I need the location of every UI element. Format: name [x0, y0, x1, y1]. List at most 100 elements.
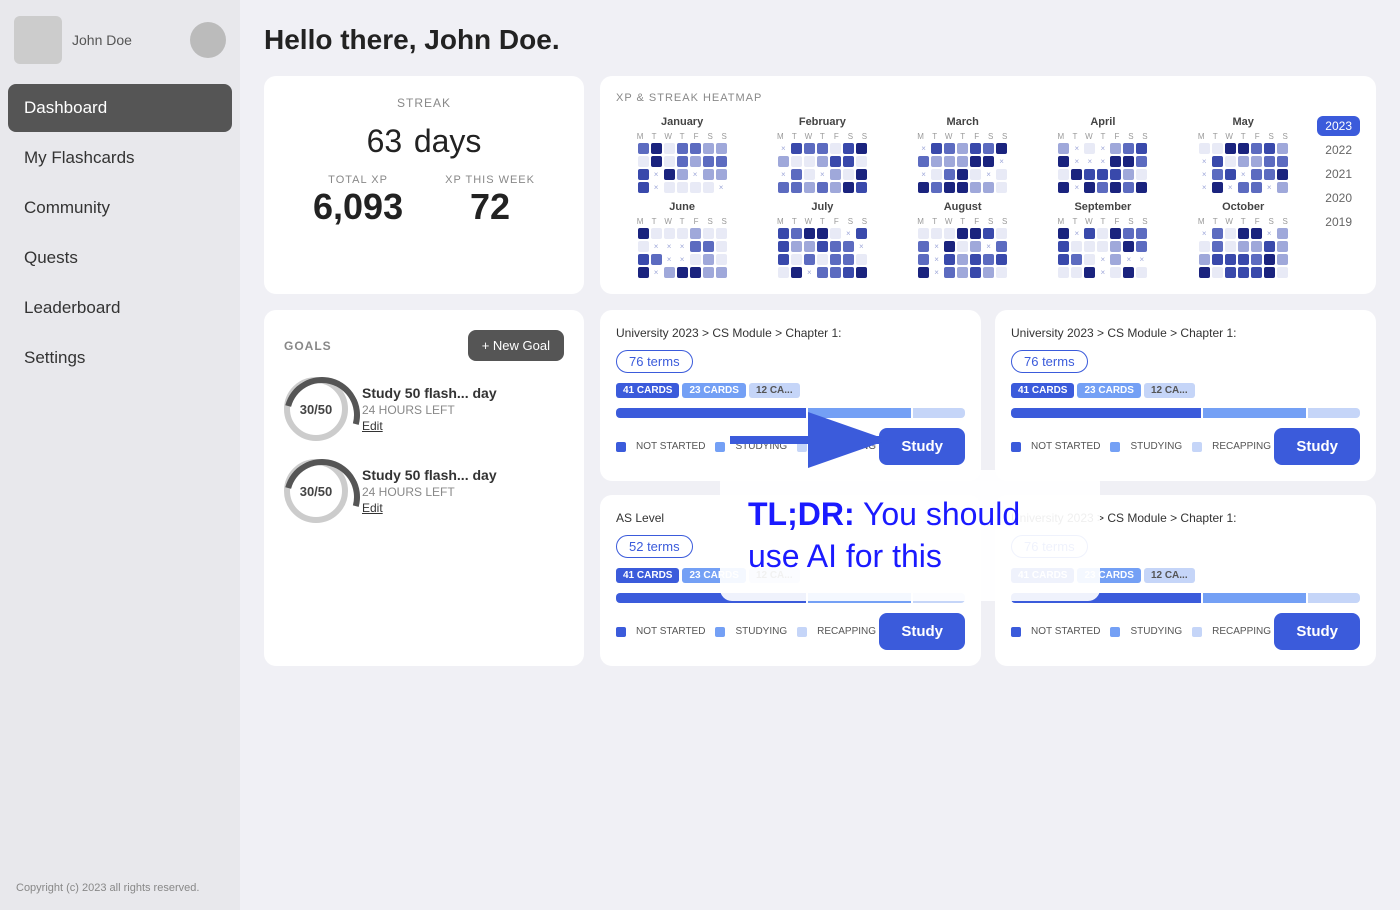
goal-item-1: 30/50 Study 50 flash... day 24 HOURS LEF…	[284, 377, 564, 441]
fc-legend-dot-ns-1	[1011, 442, 1021, 452]
fc-bar-ns-1	[1011, 408, 1201, 418]
fc-progress-bar-3	[1011, 593, 1360, 603]
flashcard-item-3: University 2023 > CS Module > Chapter 1:…	[995, 495, 1376, 666]
sidebar-item-quests[interactable]: Quests	[8, 234, 232, 282]
fc-terms-0: 76 terms	[616, 350, 693, 373]
goal-item-2: 30/50 Study 50 flash... day 24 HOURS LEF…	[284, 459, 564, 523]
fc-legend-0: NOT STARTED STUDYING RECAPPING	[616, 441, 876, 452]
fc-progress-bar-0	[616, 408, 965, 418]
fc-bottom-row-1: NOT STARTED STUDYING RECAPPING Study	[1011, 428, 1360, 465]
fc-legend-st-0: STUDYING	[735, 441, 787, 452]
goal-info-2: Study 50 flash... day 24 HOURS LEFT Edit	[362, 467, 497, 515]
fc-breadcrumb-1: University 2023 > CS Module > Chapter 1:	[1011, 326, 1360, 340]
fc-breadcrumb-2: AS Level	[616, 511, 965, 525]
heatmap-month-february: February MTWTFSS ×××	[756, 116, 888, 193]
goal-progress-value-2: 30/50	[300, 484, 333, 499]
page-title: Hello there, John Doe.	[264, 24, 1376, 56]
fc-ns-count-2: 41 CARDS	[616, 568, 679, 583]
flashcard-item-0: University 2023 > CS Module > Chapter 1:…	[600, 310, 981, 481]
fc-bar-st-3	[1203, 593, 1307, 603]
fc-cards-row-1: 41 CARDS 23 CARDS 12 CA...	[1011, 383, 1360, 398]
year-2019-btn[interactable]: 2019	[1317, 212, 1360, 232]
fc-breadcrumb-3: University 2023 > CS Module > Chapter 1:	[1011, 511, 1360, 525]
fc-bar-ns-0	[616, 408, 806, 418]
fc-legend-ns-0: NOT STARTED	[636, 441, 705, 452]
fc-legend-ns-1: NOT STARTED	[1031, 441, 1100, 452]
fc-legend-rc-3: RECAPPING	[1212, 626, 1271, 637]
fc-terms-3: 76 terms	[1011, 535, 1088, 558]
fc-bar-st-2	[808, 593, 912, 603]
heatmap-card: XP & STREAK HEATMAP January MTWTFSS ××××…	[600, 76, 1376, 294]
fc-bar-rc-3	[1308, 593, 1360, 603]
streak-unit: days	[414, 123, 482, 159]
year-2023-btn[interactable]: 2023	[1317, 116, 1360, 136]
fc-ns-count-0: 41 CARDS	[616, 383, 679, 398]
sidebar-item-leaderboard[interactable]: Leaderboard	[8, 284, 232, 332]
sidebar-username: John Doe	[72, 32, 132, 48]
fc-st-count-2: 23 CARDS	[682, 568, 745, 583]
heatmap-month-may: May MTWTFSS ××××××	[1177, 116, 1309, 193]
heatmap-title: XP & STREAK HEATMAP	[616, 92, 1360, 104]
sidebar-item-flashcards[interactable]: My Flashcards	[8, 134, 232, 182]
fc-legend-dot-ns-0	[616, 442, 626, 452]
xp-week-value: 72	[445, 186, 535, 228]
fc-ns-count-1: 41 CARDS	[1011, 383, 1074, 398]
new-goal-button[interactable]: + New Goal	[468, 330, 564, 361]
fc-rc-count-3: 12 CA...	[1144, 568, 1195, 583]
avatar	[190, 22, 226, 58]
goal-progress-value-1: 30/50	[300, 402, 333, 417]
fc-study-btn-0[interactable]: Study	[879, 428, 965, 465]
sidebar-item-community[interactable]: Community	[8, 184, 232, 232]
fc-st-count-1: 23 CARDS	[1077, 383, 1140, 398]
year-2022-btn[interactable]: 2022	[1317, 140, 1360, 160]
fc-cards-row-2: 41 CARDS 23 CARDS 12 CA...	[616, 568, 965, 583]
fc-terms-2: 52 terms	[616, 535, 693, 558]
xp-week-label: XP THIS WEEK	[445, 174, 535, 186]
fc-legend-st-3: STUDYING	[1130, 626, 1182, 637]
year-2021-btn[interactable]: 2021	[1317, 164, 1360, 184]
year-2020-btn[interactable]: 2020	[1317, 188, 1360, 208]
fc-st-count-0: 23 CARDS	[682, 383, 745, 398]
fc-legend-rc-2: RECAPPING	[817, 626, 876, 637]
fc-legend-st-2: STUDYING	[735, 626, 787, 637]
fc-study-btn-2[interactable]: Study	[879, 613, 965, 650]
fc-rc-count-0: 12 CA...	[749, 383, 800, 398]
fc-legend-2: NOT STARTED STUDYING RECAPPING	[616, 626, 876, 637]
fc-rc-count-2: 12 CA...	[749, 568, 800, 583]
fc-legend-dot-rc-3	[1192, 627, 1202, 637]
fc-cards-row-0: 41 CARDS 23 CARDS 12 CA...	[616, 383, 965, 398]
goal-edit-2[interactable]: Edit	[362, 501, 497, 515]
fc-bar-st-0	[808, 408, 912, 418]
sidebar-item-settings[interactable]: Settings	[8, 334, 232, 382]
top-row: STREAK 63 days TOTAL XP 6,093 XP THIS WE…	[264, 76, 1376, 294]
fc-terms-1: 76 terms	[1011, 350, 1088, 373]
goal-time-1: 24 HOURS LEFT	[362, 403, 497, 417]
streak-value: 63 days	[292, 114, 556, 162]
total-xp-label: TOTAL XP	[313, 174, 403, 186]
streak-card: STREAK 63 days TOTAL XP 6,093 XP THIS WE…	[264, 76, 584, 294]
goal-edit-1[interactable]: Edit	[362, 419, 497, 433]
goal-info-1: Study 50 flash... day 24 HOURS LEFT Edit	[362, 385, 497, 433]
fc-legend-rc-0: RECAPPING	[817, 441, 876, 452]
heatmap-years: 2023 2022 2021 2020 2019	[1317, 116, 1360, 232]
goal-time-2: 24 HOURS LEFT	[362, 485, 497, 499]
flashcard-item-1: University 2023 > CS Module > Chapter 1:…	[995, 310, 1376, 481]
streak-number: 63	[367, 123, 403, 159]
main-content: Hello there, John Doe. STREAK 63 days TO…	[240, 0, 1400, 910]
fc-progress-bar-2	[616, 593, 965, 603]
fc-progress-bar-1	[1011, 408, 1360, 418]
sidebar-logo	[14, 16, 62, 64]
fc-study-btn-1[interactable]: Study	[1274, 428, 1360, 465]
fc-legend-ns-3: NOT STARTED	[1031, 626, 1100, 637]
middle-row: GOALS + New Goal 30/50 Study 50 flash...…	[264, 310, 1376, 666]
sidebar-item-dashboard[interactable]: Dashboard	[8, 84, 232, 132]
fc-breadcrumb-0: University 2023 > CS Module > Chapter 1:	[616, 326, 965, 340]
fc-legend-dot-ns-3	[1011, 627, 1021, 637]
fc-rc-count-1: 12 CA...	[1144, 383, 1195, 398]
fc-bar-rc-0	[913, 408, 965, 418]
fc-study-btn-3[interactable]: Study	[1274, 613, 1360, 650]
fc-legend-dot-rc-1	[1192, 442, 1202, 452]
xp-row: TOTAL XP 6,093 XP THIS WEEK 72	[292, 174, 556, 228]
heatmap-month-october: October MTWTFSS ××	[1177, 201, 1309, 278]
goals-title: GOALS	[284, 339, 332, 353]
